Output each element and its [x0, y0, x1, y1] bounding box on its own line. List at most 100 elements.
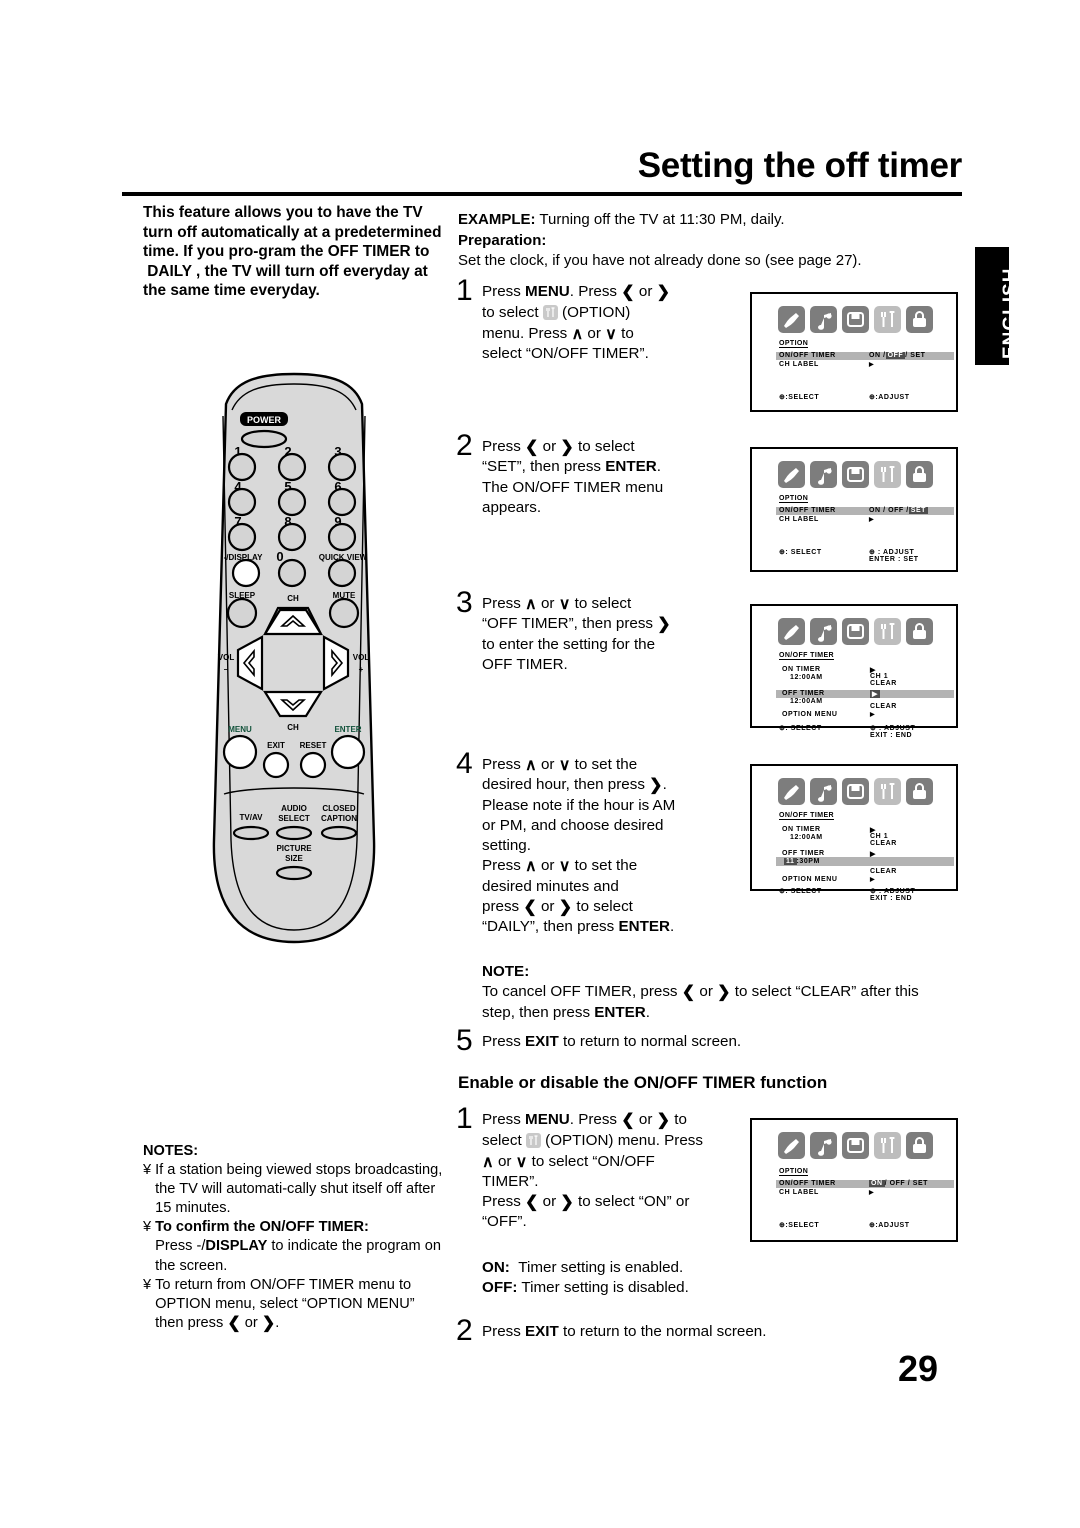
osd-off-timer-arrow-selected-icon: ▶ [870, 690, 880, 698]
t: to select [482, 304, 543, 322]
title-divider [122, 192, 962, 196]
note-block: NOTE: To cancel OFF TIMER, press ❮ or ❯ … [482, 962, 974, 1023]
osd-icon-row [778, 306, 933, 333]
step-number: 2 [456, 1314, 473, 1347]
step-number: 5 [456, 1024, 473, 1057]
up-chevron-icon: ∧ [571, 325, 584, 343]
note-text-3: To return from ON/OFF TIMER menu to OPTI… [155, 1276, 415, 1331]
osd-on-timer-clear: CLEAR [870, 680, 897, 687]
osd-off-timer-value: 11:30PM [784, 858, 820, 865]
osd-on-timer-channel: CH 1 [870, 673, 889, 680]
onoff-definitions: ON: Timer setting is enabled. OFF: Timer… [482, 1258, 882, 1299]
t: . [662, 776, 667, 794]
osd-icon-row [778, 778, 933, 805]
step-1: 1 Press MENU. Press ❮ or ❯ to select (OP… [456, 275, 716, 364]
step-text: Press EXIT to return to normal screen. [482, 1032, 741, 1054]
up-chevron-icon: ∧ [525, 858, 537, 876]
osd-footer-left: ⊕:SELECT [779, 1222, 820, 1229]
t: Press [482, 438, 526, 455]
intro-paragraph: This feature allows you to have the TV t… [143, 204, 442, 300]
step-number: 4 [456, 747, 473, 780]
note-item-text: To return from ON/OFF TIMER menu to OPTI… [155, 1276, 415, 1332]
left-chevron-icon: ❮ [227, 1314, 241, 1332]
enter-key: ENTER [605, 458, 657, 476]
osd-caption: ON/OFF TIMER [779, 812, 834, 820]
step-number: 2 [456, 429, 473, 462]
osd-on-timer-label: ON TIMER [782, 666, 821, 673]
lock-icon [906, 778, 933, 805]
osd-footer-left: ⊕: SELECT [779, 888, 822, 895]
t: “DAILY”, then press [482, 918, 619, 936]
svg-text:VOL: VOL [218, 653, 235, 662]
svg-text:MENU: MENU [228, 725, 252, 734]
osd-footer-right: ⊕:ADJUST [869, 394, 910, 401]
osd-value-selected: SET [908, 507, 928, 514]
osd-row-label: ON/OFF TIMER [779, 507, 836, 514]
svg-text:+: + [359, 665, 364, 674]
osd-footer-left: ⊕:SELECT [779, 394, 820, 401]
on-text: Timer setting is enabled. [518, 1259, 684, 1276]
t: desired minutes and [482, 877, 619, 895]
picture-icon [778, 778, 805, 805]
t: . Press [569, 1111, 622, 1128]
menu-key: MENU [525, 283, 570, 300]
osd-row-label: CH LABEL [779, 516, 819, 523]
note-item: ¥ To confirm the ON/OFF TIMER: Press -/DI… [143, 1218, 443, 1275]
option-icon [874, 461, 901, 488]
osd-screen-option-set: OPTION ON/OFF TIMER ON / OFF / SET CH LAB… [750, 447, 958, 572]
off-label: OFF: [482, 1279, 518, 1297]
note-item-text: To confirm the ON/OFF TIMER: Press -/DISP… [155, 1218, 443, 1275]
t: press [482, 898, 524, 916]
svg-text:CLOSED: CLOSED [322, 804, 356, 813]
step-2: 2 Press ❮ or ❯ to select “SET”, then pre… [456, 430, 716, 518]
osd-row-arrow-icon [869, 516, 874, 523]
t: . Press [569, 283, 622, 300]
language-tab: ENGLISH [975, 247, 1021, 365]
note-item: ¥ If a station being viewed stops broadc… [143, 1161, 443, 1218]
osd-option-menu-label: OPTION MENU [782, 876, 838, 883]
t: to select [570, 595, 632, 612]
right-chevron-icon: ❯ [717, 984, 731, 1002]
t: desired hour, then press [482, 776, 650, 794]
osd-off-timer-clear: CLEAR [870, 868, 897, 875]
t: To cancel OFF TIMER, press [482, 983, 682, 1001]
osd-row-label: ON/OFF TIMER [779, 1180, 836, 1187]
t: Press [482, 1193, 526, 1211]
svg-text:–: – [224, 665, 229, 674]
osd-off-timer-clear: CLEAR [870, 703, 897, 710]
notes-heading: NOTES: [143, 1143, 199, 1159]
option-menu-icon [542, 305, 558, 321]
osd-row-value: ON / OFF / SET [869, 1180, 928, 1187]
note-pre: Press -/ [155, 1238, 206, 1255]
right-chevron-icon: ❯ [656, 284, 671, 301]
osd-option-menu-label: OPTION MENU [782, 711, 838, 718]
t: “OFF”. [482, 1213, 527, 1231]
t: “OFF TIMER”, then press [482, 615, 658, 633]
t: The ON/OFF TIMER menu [482, 478, 664, 496]
osd-footer-right: ⊕:ADJUST [869, 1222, 910, 1229]
audio-icon [810, 1132, 837, 1159]
note-item: ¥ To return from ON/OFF TIMER menu to OP… [143, 1276, 443, 1333]
t: Press [482, 595, 526, 612]
bullet-mark: ¥ [143, 1162, 152, 1179]
off-definition: OFF: Timer setting is disabled. [482, 1278, 882, 1298]
t: to select “ON” or [573, 1193, 690, 1211]
enable-step-2: 2 Press EXIT to return to the normal scr… [456, 1316, 886, 1346]
t: (OPTION) menu. Press [545, 1132, 703, 1150]
right-chevron-icon: ❯ [656, 1112, 671, 1129]
down-chevron-icon: ∨ [558, 596, 571, 613]
note-item-bold: To confirm the ON/OFF TIMER: [155, 1219, 369, 1236]
step-text: Press ❮ or ❯ to select “SET”, then press… [482, 438, 664, 516]
manual-page: Setting the off timer ENGLISH This featu… [0, 0, 1080, 1528]
option-icon [874, 1132, 901, 1159]
right-chevron-icon: ❯ [649, 777, 663, 795]
svg-text:ENTER: ENTER [334, 725, 361, 734]
step-number: 1 [456, 274, 473, 307]
option-icon [874, 306, 901, 333]
svg-text:AUDIO: AUDIO [281, 804, 307, 813]
t: Press [482, 283, 526, 300]
off-text: Timer setting is disabled. [521, 1279, 689, 1297]
lock-icon [906, 618, 933, 645]
bullet-mark: ¥ [143, 1276, 152, 1293]
svg-text:SIZE: SIZE [285, 854, 303, 863]
